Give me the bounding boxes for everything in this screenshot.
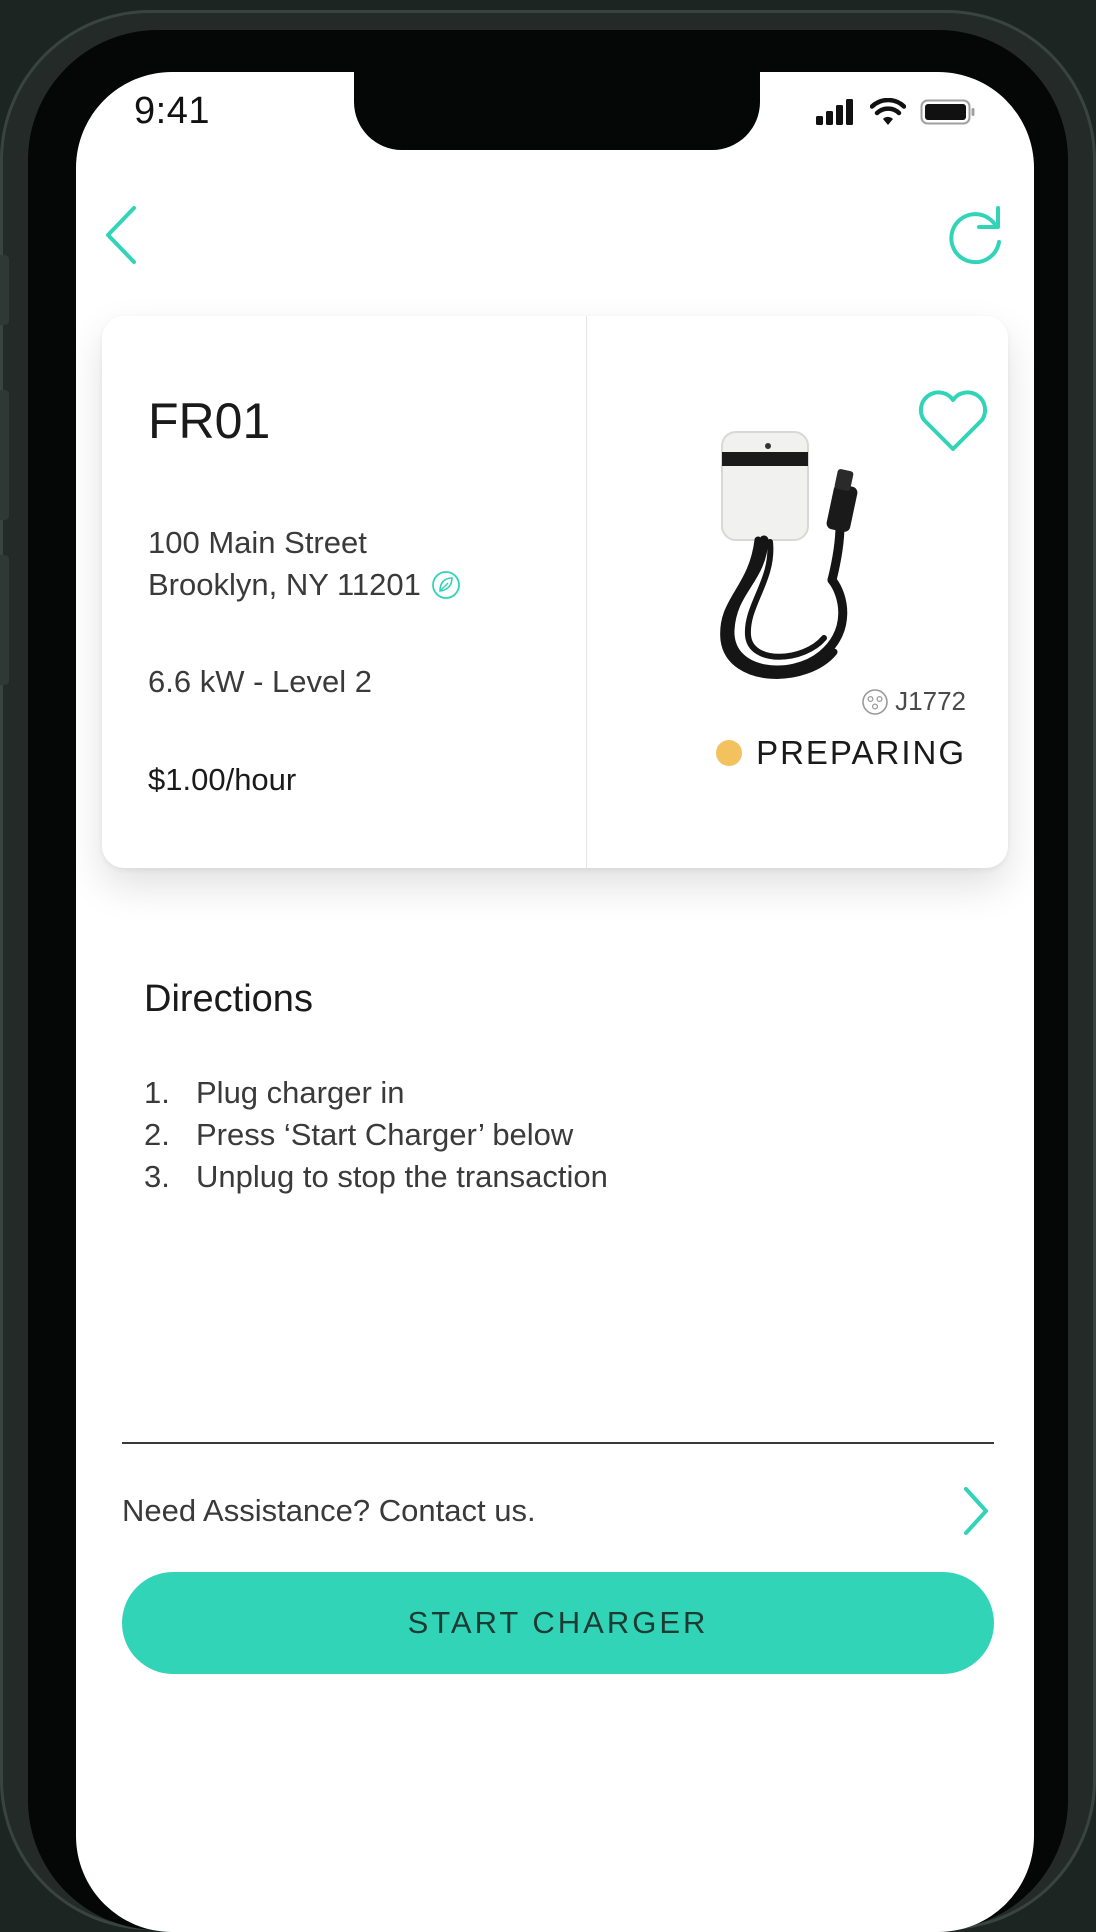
connector-label: J1772	[895, 686, 966, 716]
direction-step-number: 3.	[144, 1159, 170, 1194]
station-address: 100 Main Street Brooklyn, NY 11201	[148, 522, 461, 606]
app-screen: 9:41 FR01 100 Main Street Brooklyn, NY 1…	[76, 72, 1034, 1932]
status-label: PREPARING	[756, 734, 966, 771]
chevron-right-icon	[964, 1487, 988, 1535]
j1772-connector-icon	[862, 688, 888, 715]
contact-us-link[interactable]: Need Assistance? Contact us.	[122, 1476, 994, 1546]
battery-icon	[920, 99, 975, 125]
station-power: 6.6 kW - Level 2	[148, 664, 372, 699]
direction-step: 3. Unplug to stop the transaction	[144, 1156, 608, 1198]
directions-title: Directions	[144, 978, 313, 1020]
card-divider	[586, 316, 587, 868]
start-charger-button[interactable]: START CHARGER	[122, 1572, 994, 1674]
address-line-2: Brooklyn, NY 11201	[148, 567, 421, 602]
station-price: $1.00/hour	[148, 762, 297, 797]
volume-down-button	[0, 555, 9, 685]
assist-divider	[122, 1442, 994, 1444]
station-id: FR01	[148, 393, 271, 449]
mute-switch	[0, 255, 9, 325]
cellular-signal-icon	[816, 99, 853, 125]
heart-icon[interactable]	[916, 388, 990, 454]
refresh-icon[interactable]	[940, 200, 1010, 270]
contact-us-text: Need Assistance? Contact us.	[122, 1493, 536, 1528]
status-time: 9:41	[134, 90, 210, 132]
status-badge: PREPARING	[716, 734, 966, 772]
chevron-left-icon[interactable]	[98, 200, 148, 270]
direction-step-text: Press ‘Start Charger’ below	[196, 1117, 574, 1152]
charger-image	[720, 431, 858, 679]
direction-step-text: Plug charger in	[196, 1075, 405, 1110]
notch	[354, 72, 760, 150]
wifi-icon	[870, 98, 906, 125]
station-card: FR01 100 Main Street Brooklyn, NY 11201 …	[102, 316, 1008, 868]
directions-list: 1. Plug charger in 2. Press ‘Start Charg…	[144, 1072, 608, 1198]
connector-type: J1772	[861, 686, 966, 717]
direction-step-text: Unplug to stop the transaction	[196, 1159, 608, 1194]
leaf-icon	[431, 571, 460, 599]
direction-step-number: 1.	[144, 1075, 170, 1110]
status-icons	[816, 98, 976, 126]
status-dot	[716, 740, 743, 766]
direction-step: 2. Press ‘Start Charger’ below	[144, 1114, 608, 1156]
volume-up-button	[0, 390, 9, 520]
address-line-2-row: Brooklyn, NY 11201	[148, 564, 461, 606]
direction-step-number: 2.	[144, 1117, 170, 1152]
address-line-1: 100 Main Street	[148, 525, 367, 560]
direction-step: 1. Plug charger in	[144, 1072, 608, 1114]
